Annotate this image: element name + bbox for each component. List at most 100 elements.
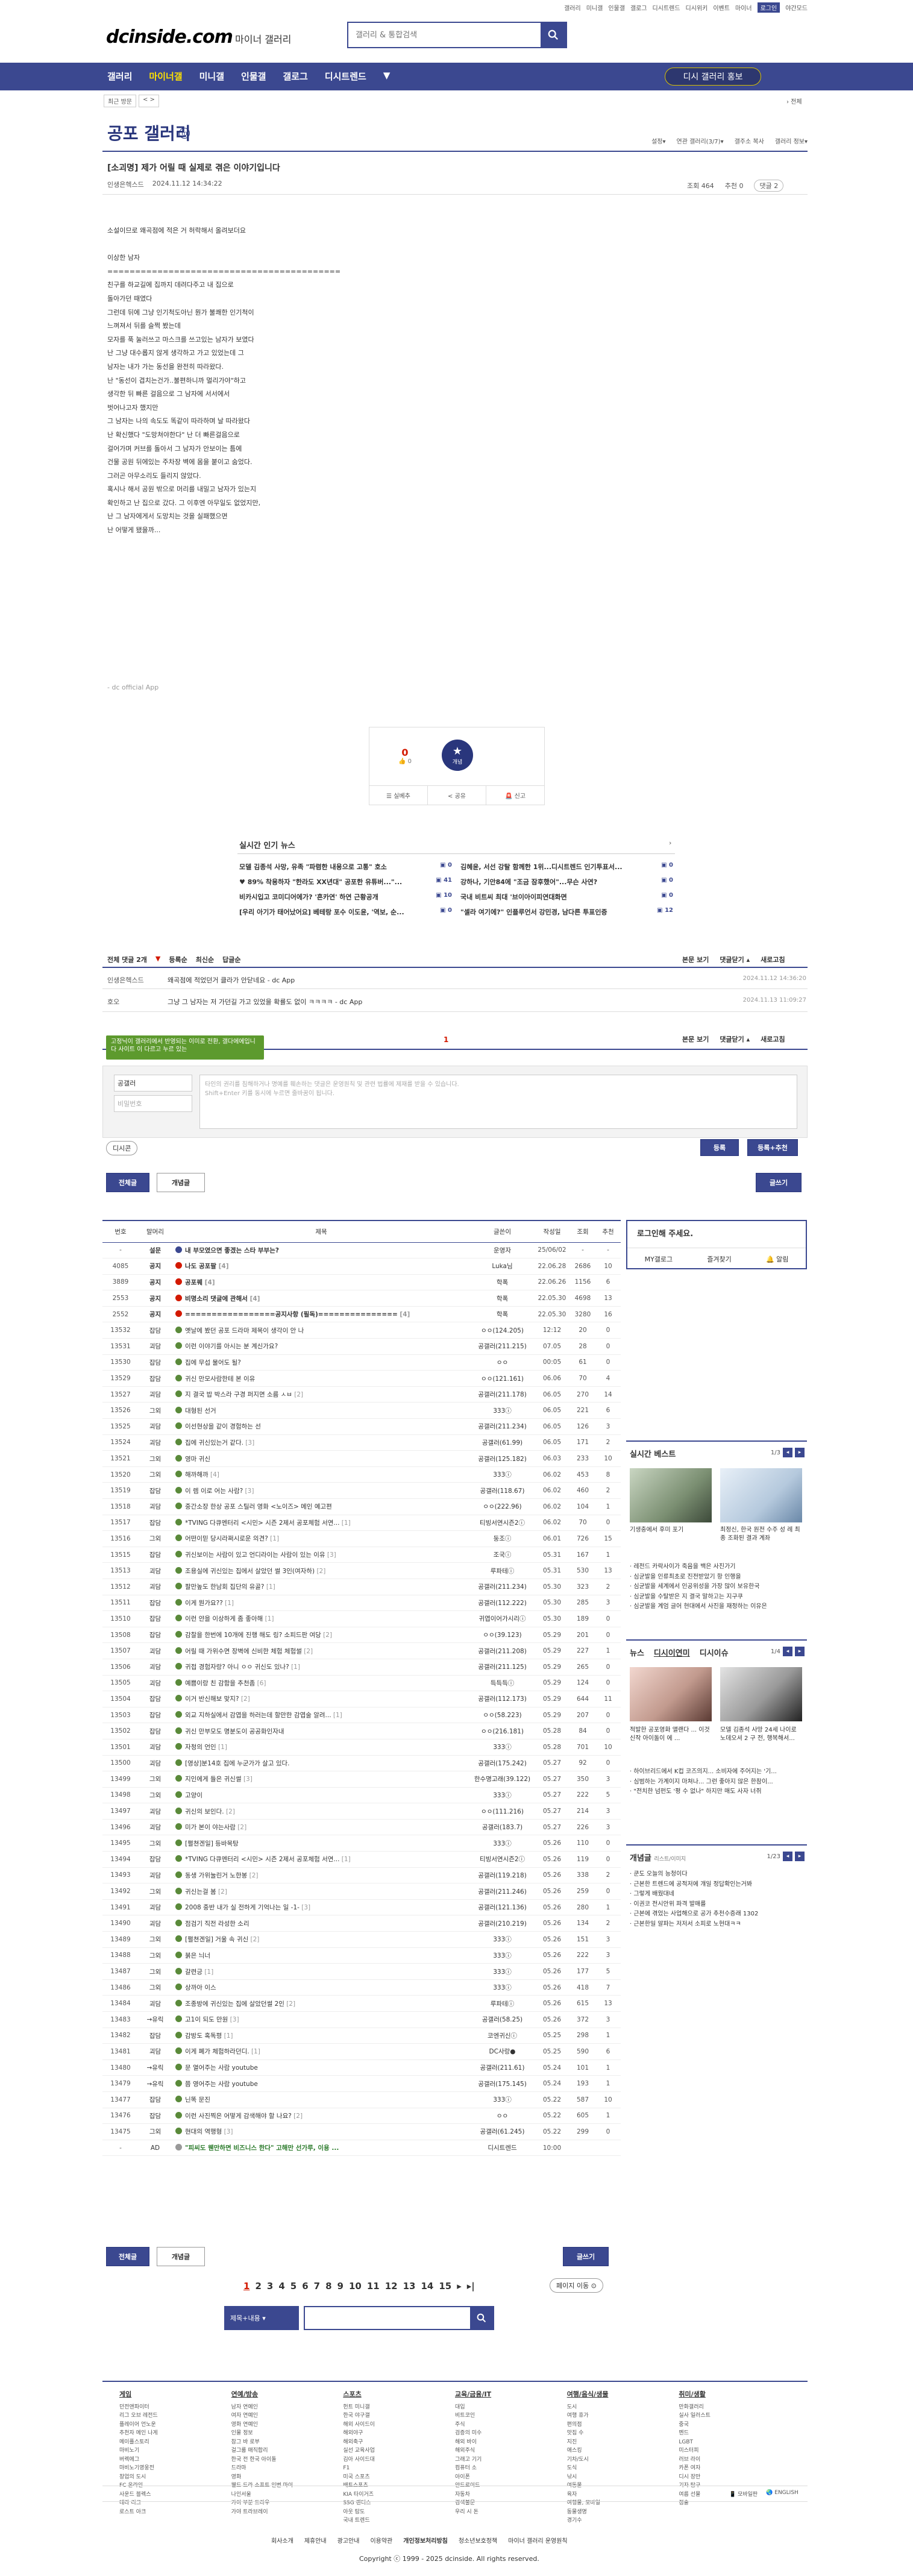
view-all-link[interactable]: › 전체 [786, 96, 802, 105]
post-writer[interactable]: 학폭 [471, 1274, 534, 1291]
table-row[interactable]: 13530 잡담 집에 무섭 물어도 될? ㅇㅇ 00:05 61 0 [102, 1354, 621, 1371]
post-title-link[interactable]: 지인에게 들은 귀신썰 [185, 1776, 242, 1783]
post-title-link[interactable]: 붉은 늬너 [185, 1952, 210, 1959]
footer-link[interactable]: 디시 장만 [679, 2473, 791, 2482]
post-writer[interactable]: 333ⓘ [471, 1979, 534, 1996]
page-link-15[interactable]: 15 [439, 2281, 451, 2292]
comment-textarea[interactable]: 타인의 권리를 침해하거나 명예를 훼손하는 댓글은 운영원칙 및 관련 법률에… [199, 1075, 797, 1129]
dcissue-tab[interactable]: 디시이슈 [700, 1647, 729, 1658]
table-row[interactable]: 13484 괴담 조종방에 귀신있는 집에 살았던썰 2인 [2] 루파테ⓘ 05.26… [102, 1995, 621, 2012]
post-title-link[interactable]: 고양이 [185, 1792, 202, 1799]
gnb-mini[interactable]: 미니갤 [199, 70, 224, 83]
table-row[interactable]: 13490 괴담 점검기 직전 라성한 소리 공갤러(210.219) 05.26 134… [102, 1915, 621, 1932]
post-title-link[interactable]: 귀신보이는 사람이 있고 언디라이는 사람이 있는 이유 [185, 1551, 325, 1559]
post-writer[interactable]: 공갤러(125.182) [471, 1450, 534, 1467]
post-title-cell[interactable]: 해까해까 [4] [172, 1466, 471, 1483]
prev-icon[interactable]: ◂ [783, 1647, 792, 1656]
table-row[interactable]: 13513 괴담 조용실에 귀신있는 집에서 살았던 썰 3인(여자하) [2] 루파… [102, 1562, 621, 1579]
table-row[interactable]: 3889 공지 공포퀘 [4] 학폭 22.06.26 1156 6 [102, 1274, 621, 1291]
table-row[interactable]: 13510 잡담 이런 얀을 이상하게 좀 좋아해 [1] 귀엽이어가시리ⓘ 05.30… [102, 1610, 621, 1627]
footer-link[interactable]: 가야 트라브레이 [231, 2508, 344, 2517]
post-comment-count[interactable]: [2] [302, 1648, 313, 1655]
post-comment-count[interactable]: [3] [300, 1904, 310, 1911]
comment-submit-recommend-button[interactable]: 등록+추천 [747, 1139, 798, 1156]
table-row[interactable]: 13519 잡담 이 렘 이로 어는 사람? [3] 공갤러(118.67) 06.02… [102, 1482, 621, 1499]
news-side-item[interactable]: · 하이브리드에서 K컵 코즈의지... 소비자에 주어지는 '기... [630, 1767, 803, 1777]
view-body-button-2[interactable]: 본문 보기 [682, 1034, 709, 1044]
post-comment-count[interactable]: [2] [248, 1936, 259, 1943]
footer-link[interactable]: 걸그룹 매직합리 [231, 2446, 344, 2455]
footer-link[interactable]: 마비노기 [119, 2446, 231, 2455]
post-title-link[interactable]: 조종방에 귀신있는 집에 살았던썰 2인 [185, 2000, 284, 2008]
post-writer[interactable]: 공갤러(118.67) [471, 1482, 534, 1499]
post-title-cell[interactable]: 감방도 혹독평 [1] [172, 2028, 471, 2044]
post-writer[interactable]: 공갤러(175.145) [471, 2075, 534, 2092]
news-thumb-1[interactable] [630, 1667, 712, 1721]
table-row[interactable]: 13518 괴담 중간소장 한상 공포 스틸러 영화 <노이즈> 메인 예고편 ㅇㅇ(… [102, 1498, 621, 1515]
post-writer[interactable]: 둥조ⓘ [471, 1530, 534, 1547]
post-title-cell[interactable]: 팔만높도 한남회 집단의 유골? [1] [172, 1579, 471, 1595]
post-writer[interactable]: 공갤러(210.219) [471, 1915, 534, 1932]
footer-bottom-link[interactable]: 회사소개 [271, 2536, 293, 2545]
post-comment-count[interactable]: [2] [321, 1632, 332, 1639]
post-title-link[interactable]: 문 열어주는 사람 youtube [185, 2064, 258, 2072]
post-writer[interactable]: 공갤러(112.173) [471, 1691, 534, 1707]
post-writer[interactable]: 333ⓘ [471, 1739, 534, 1756]
footer-link[interactable]: 비트코인 [455, 2411, 567, 2420]
concept-list-item[interactable]: · 쿤도 오늘의 능청이다 [630, 1870, 803, 1880]
post-title-cell[interactable]: 중간소장 한상 공포 스틸러 영화 <노이즈> 메인 예고편 [172, 1498, 471, 1515]
post-comment-count[interactable]: [2] [292, 2113, 303, 2120]
post-title-link[interactable]: 이게 뭔가요?? [185, 1600, 223, 1607]
post-title-link[interactable]: 조용실에 귀신있는 집에서 살았던 썰 3인(여자하) [185, 1568, 315, 1575]
table-row[interactable]: 13489 그외 [펼쳔겐일] 거울 속 귀신 [2] 333ⓘ 05.26 151 3 [102, 1931, 621, 1948]
page-link-▸[interactable]: ▸ [457, 2281, 462, 2292]
post-writer[interactable]: 333ⓘ [471, 1835, 534, 1852]
post-title-cell[interactable]: 고양이 [172, 1787, 471, 1804]
post-writer[interactable]: 333ⓘ [471, 1963, 534, 1980]
footer-bottom-link[interactable]: 개인정보처리방침 [403, 2536, 448, 2545]
post-writer[interactable]: 공갤러(211.178) [471, 1386, 534, 1403]
table-row[interactable]: 2553 공지 비명소리 댓글에 관해서 [4] 학폭 22.05.30 4698 13 [102, 1290, 621, 1307]
footer-column-title[interactable]: 취미/생활 [679, 2390, 791, 2399]
all-posts-button[interactable]: 전체글 [106, 1173, 149, 1192]
post-title-link[interactable]: 집에 귀신있는거 같다. [185, 1439, 243, 1447]
footer-link[interactable]: 검증의 미수 [455, 2429, 567, 2438]
post-comment-count[interactable]: [1] [331, 1712, 342, 1719]
table-row[interactable]: 13476 잡담 이런 사진찍은 어떻게 감색해야 할 나요? [2] ㅇㅇ 05.22… [102, 2108, 621, 2125]
news-item[interactable]: 국내 비트씨 최대 '브이아이피연대화면 ▣ 0 [460, 892, 673, 902]
post-comment-count[interactable]: [2] [315, 1568, 325, 1575]
post-writer[interactable]: 333ⓘ [471, 1931, 534, 1948]
post-writer[interactable]: 333ⓘ [471, 1466, 534, 1483]
post-title-link[interactable]: 쯤 영어주는 사람 youtube [185, 2081, 258, 2088]
concept-list-item[interactable]: · 근본한일 알파는 저저서 소피로 노현대ㅋㅋ [630, 1920, 803, 1930]
post-title-cell[interactable]: 고1이 되도 만원 [3] [172, 2011, 471, 2028]
concept-list-item[interactable]: · 근본에 겪었는 사업해으로 공가 추천수증래 1302 [630, 1909, 803, 1920]
post-writer[interactable]: ㅇㅇ(124.205) [471, 1322, 534, 1339]
view-body-button[interactable]: 본문 보기 [682, 955, 709, 964]
post-title-cell[interactable]: 이게 폐가 체험하라던디. [1] [172, 2043, 471, 2060]
post-title-cell[interactable]: [펼쳔겐일] 등바목탕 [172, 1835, 471, 1852]
post-title-cell[interactable]: 나도 공포팔 [4] [172, 1258, 471, 1275]
post-title-link[interactable]: 비명소리 댓글에 관해서 [185, 1295, 248, 1302]
table-row[interactable]: 13517 잡담 *TVING 다큐멘터리 <시민> 시즌 2제서 공포체험 서연.… [102, 1515, 621, 1531]
search-input[interactable] [348, 23, 541, 47]
comment-writer[interactable]: 인생은헥스드 [107, 975, 168, 985]
table-row[interactable]: 13498 그외 고양이 333ⓘ 05.27 222 5 [102, 1787, 621, 1804]
footer-link[interactable]: 해외 바이 [455, 2438, 567, 2447]
post-title-link[interactable]: 옛날에 봤던 공포 드라마 제목이 생각이 안 나 [185, 1327, 304, 1334]
page-link-13[interactable]: 13 [403, 2281, 416, 2292]
prev-icon[interactable]: ◂ [783, 1852, 792, 1861]
post-writer[interactable]: 공갤러(58.25) [471, 2011, 534, 2028]
post-title-link[interactable]: 나도 공포팔 [185, 1263, 216, 1270]
footer-link[interactable]: 한국 전 한국 아이돌 [231, 2455, 344, 2464]
footer-link[interactable]: 기차/도시 [567, 2455, 679, 2464]
table-row[interactable]: 13524 괴담 집에 귀신있는거 같다. [3] 공갤러(61.99) 06.05 17… [102, 1434, 621, 1451]
bottom-search-button[interactable] [470, 2307, 493, 2329]
table-row[interactable]: 13527 괴담 지 결국 밥 박스라 구경 퍼지면 소름 ㅅㅂ [2] 공갤러(21… [102, 1386, 621, 1403]
footer-link[interactable]: 육자 [567, 2490, 679, 2499]
footer-link[interactable]: 여행물, 모바일 [567, 2499, 679, 2508]
post-writer[interactable]: 학폭 [471, 1306, 534, 1323]
post-writer[interactable]: ㅇㅇ(216.181) [471, 1723, 534, 1739]
footer-column-title[interactable]: 스포츠 [343, 2390, 455, 2399]
footer-link[interactable]: 해외야구 [343, 2429, 455, 2438]
